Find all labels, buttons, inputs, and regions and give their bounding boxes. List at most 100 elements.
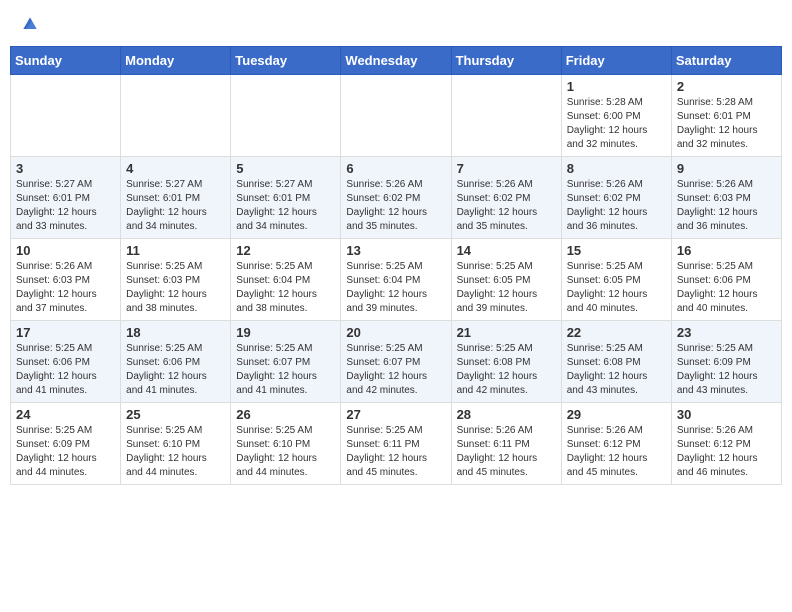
calendar-cell: 21 Sunrise: 5:25 AM Sunset: 6:08 PM Dayli… (451, 321, 561, 403)
cell-info: Sunrise: 5:25 AM Sunset: 6:04 PM Dayligh… (236, 260, 335, 316)
calendar-cell (451, 75, 561, 157)
calendar-header-row: SundayMondayTuesdayWednesdayThursdayFrid… (11, 47, 782, 75)
day-of-week-header: Friday (561, 47, 671, 75)
cell-info: Sunrise: 5:26 AM Sunset: 6:02 PM Dayligh… (567, 178, 666, 234)
cell-info: Sunrise: 5:25 AM Sunset: 6:09 PM Dayligh… (16, 424, 115, 480)
cell-info: Sunrise: 5:25 AM Sunset: 6:09 PM Dayligh… (677, 342, 776, 398)
cell-info: Sunrise: 5:25 AM Sunset: 6:07 PM Dayligh… (346, 342, 445, 398)
calendar-week-row: 24Sunrise: 5:25 AM Sunset: 6:09 PM Dayli… (11, 403, 782, 485)
calendar-cell: 17 Sunrise: 5:25 AM Sunset: 6:06 PM Dayli… (11, 321, 121, 403)
day-of-week-header: Tuesday (231, 47, 341, 75)
cell-info: Sunrise: 5:25 AM Sunset: 6:07 PM Dayligh… (236, 342, 335, 398)
cell-info: Sunrise: 5:25 AM Sunset: 6:06 PM Dayligh… (677, 260, 776, 316)
day-number: 5 (236, 161, 335, 176)
cell-info: Sunrise: 5:28 AM Sunset: 6:01 PM Dayligh… (677, 96, 776, 152)
day-number: 6 (346, 161, 445, 176)
day-number: 26 (236, 407, 335, 422)
cell-info: Sunrise: 5:27 AM Sunset: 6:01 PM Dayligh… (16, 178, 115, 234)
calendar-cell: 11 Sunrise: 5:25 AM Sunset: 6:03 PM Dayli… (121, 239, 231, 321)
cell-info: Sunrise: 5:25 AM Sunset: 6:05 PM Dayligh… (567, 260, 666, 316)
cell-info: Sunrise: 5:26 AM Sunset: 6:02 PM Dayligh… (457, 178, 556, 234)
day-number: 20 (346, 325, 445, 340)
day-number: 17 (16, 325, 115, 340)
calendar-week-row: 10 Sunrise: 5:26 AM Sunset: 6:03 PM Dayli… (11, 239, 782, 321)
calendar-cell: 22 Sunrise: 5:25 AM Sunset: 6:08 PM Dayli… (561, 321, 671, 403)
calendar-cell: 1 Sunrise: 5:28 AM Sunset: 6:00 PM Daylig… (561, 75, 671, 157)
day-number: 1 (567, 79, 666, 94)
cell-info: Sunrise: 5:25 AM Sunset: 6:03 PM Dayligh… (126, 260, 225, 316)
day-of-week-header: Thursday (451, 47, 561, 75)
calendar-cell (341, 75, 451, 157)
calendar-table: SundayMondayTuesdayWednesdayThursdayFrid… (10, 46, 782, 485)
calendar-cell: 2 Sunrise: 5:28 AM Sunset: 6:01 PM Daylig… (671, 75, 781, 157)
cell-info: Sunrise: 5:25 AM Sunset: 6:04 PM Dayligh… (346, 260, 445, 316)
calendar-cell: 10 Sunrise: 5:26 AM Sunset: 6:03 PM Dayli… (11, 239, 121, 321)
day-number: 11 (126, 243, 225, 258)
calendar-cell: 19 Sunrise: 5:25 AM Sunset: 6:07 PM Dayli… (231, 321, 341, 403)
day-number: 2 (677, 79, 776, 94)
day-number: 27 (346, 407, 445, 422)
calendar-cell: 18Sunrise: 5:25 AM Sunset: 6:06 PM Dayli… (121, 321, 231, 403)
day-number: 8 (567, 161, 666, 176)
cell-info: Sunrise: 5:26 AM Sunset: 6:03 PM Dayligh… (16, 260, 115, 316)
day-number: 14 (457, 243, 556, 258)
calendar-cell (11, 75, 121, 157)
calendar-cell (121, 75, 231, 157)
cell-info: Sunrise: 5:25 AM Sunset: 6:08 PM Dayligh… (567, 342, 666, 398)
day-of-week-header: Monday (121, 47, 231, 75)
day-number: 19 (236, 325, 335, 340)
cell-info: Sunrise: 5:26 AM Sunset: 6:11 PM Dayligh… (457, 424, 556, 480)
cell-info: Sunrise: 5:26 AM Sunset: 6:12 PM Dayligh… (567, 424, 666, 480)
day-of-week-header: Sunday (11, 47, 121, 75)
calendar-week-row: 3Sunrise: 5:27 AM Sunset: 6:01 PM Daylig… (11, 157, 782, 239)
calendar-cell: 20 Sunrise: 5:25 AM Sunset: 6:07 PM Dayli… (341, 321, 451, 403)
cell-info: Sunrise: 5:25 AM Sunset: 6:08 PM Dayligh… (457, 342, 556, 398)
cell-info: Sunrise: 5:26 AM Sunset: 6:03 PM Dayligh… (677, 178, 776, 234)
cell-info: Sunrise: 5:26 AM Sunset: 6:12 PM Dayligh… (677, 424, 776, 480)
day-number: 9 (677, 161, 776, 176)
calendar-body: 1 Sunrise: 5:28 AM Sunset: 6:00 PM Daylig… (11, 75, 782, 485)
logo-icon (20, 14, 40, 34)
calendar-cell: 29 Sunrise: 5:26 AM Sunset: 6:12 PM Dayli… (561, 403, 671, 485)
calendar-cell: 7 Sunrise: 5:26 AM Sunset: 6:02 PM Daylig… (451, 157, 561, 239)
day-number: 13 (346, 243, 445, 258)
day-number: 25 (126, 407, 225, 422)
calendar-cell (231, 75, 341, 157)
cell-info: Sunrise: 5:25 AM Sunset: 6:06 PM Dayligh… (16, 342, 115, 398)
page-header (10, 10, 782, 38)
cell-info: Sunrise: 5:25 AM Sunset: 6:05 PM Dayligh… (457, 260, 556, 316)
calendar-week-row: 1 Sunrise: 5:28 AM Sunset: 6:00 PM Daylig… (11, 75, 782, 157)
calendar-cell: 6 Sunrise: 5:26 AM Sunset: 6:02 PM Daylig… (341, 157, 451, 239)
calendar-cell: 15Sunrise: 5:25 AM Sunset: 6:05 PM Dayli… (561, 239, 671, 321)
calendar-cell: 28 Sunrise: 5:26 AM Sunset: 6:11 PM Dayli… (451, 403, 561, 485)
day-number: 7 (457, 161, 556, 176)
cell-info: Sunrise: 5:25 AM Sunset: 6:10 PM Dayligh… (236, 424, 335, 480)
calendar-cell: 25 Sunrise: 5:25 AM Sunset: 6:10 PM Dayli… (121, 403, 231, 485)
calendar-cell: 16 Sunrise: 5:25 AM Sunset: 6:06 PM Dayli… (671, 239, 781, 321)
cell-info: Sunrise: 5:28 AM Sunset: 6:00 PM Dayligh… (567, 96, 666, 152)
calendar-cell: 14 Sunrise: 5:25 AM Sunset: 6:05 PM Dayli… (451, 239, 561, 321)
calendar-cell: 13 Sunrise: 5:25 AM Sunset: 6:04 PM Dayli… (341, 239, 451, 321)
cell-info: Sunrise: 5:25 AM Sunset: 6:10 PM Dayligh… (126, 424, 225, 480)
cell-info: Sunrise: 5:27 AM Sunset: 6:01 PM Dayligh… (126, 178, 225, 234)
day-number: 16 (677, 243, 776, 258)
day-number: 21 (457, 325, 556, 340)
day-number: 28 (457, 407, 556, 422)
cell-info: Sunrise: 5:25 AM Sunset: 6:06 PM Dayligh… (126, 342, 225, 398)
day-number: 30 (677, 407, 776, 422)
cell-info: Sunrise: 5:26 AM Sunset: 6:02 PM Dayligh… (346, 178, 445, 234)
day-number: 29 (567, 407, 666, 422)
cell-info: Sunrise: 5:25 AM Sunset: 6:11 PM Dayligh… (346, 424, 445, 480)
calendar-cell: 30 Sunrise: 5:26 AM Sunset: 6:12 PM Dayli… (671, 403, 781, 485)
calendar-cell: 12Sunrise: 5:25 AM Sunset: 6:04 PM Dayli… (231, 239, 341, 321)
cell-info: Sunrise: 5:27 AM Sunset: 6:01 PM Dayligh… (236, 178, 335, 234)
day-of-week-header: Saturday (671, 47, 781, 75)
calendar-cell: 26 Sunrise: 5:25 AM Sunset: 6:10 PM Dayli… (231, 403, 341, 485)
calendar-week-row: 17 Sunrise: 5:25 AM Sunset: 6:06 PM Dayli… (11, 321, 782, 403)
day-number: 10 (16, 243, 115, 258)
day-of-week-header: Wednesday (341, 47, 451, 75)
logo (18, 14, 40, 34)
day-number: 4 (126, 161, 225, 176)
calendar-cell: 5 Sunrise: 5:27 AM Sunset: 6:01 PM Daylig… (231, 157, 341, 239)
day-number: 22 (567, 325, 666, 340)
